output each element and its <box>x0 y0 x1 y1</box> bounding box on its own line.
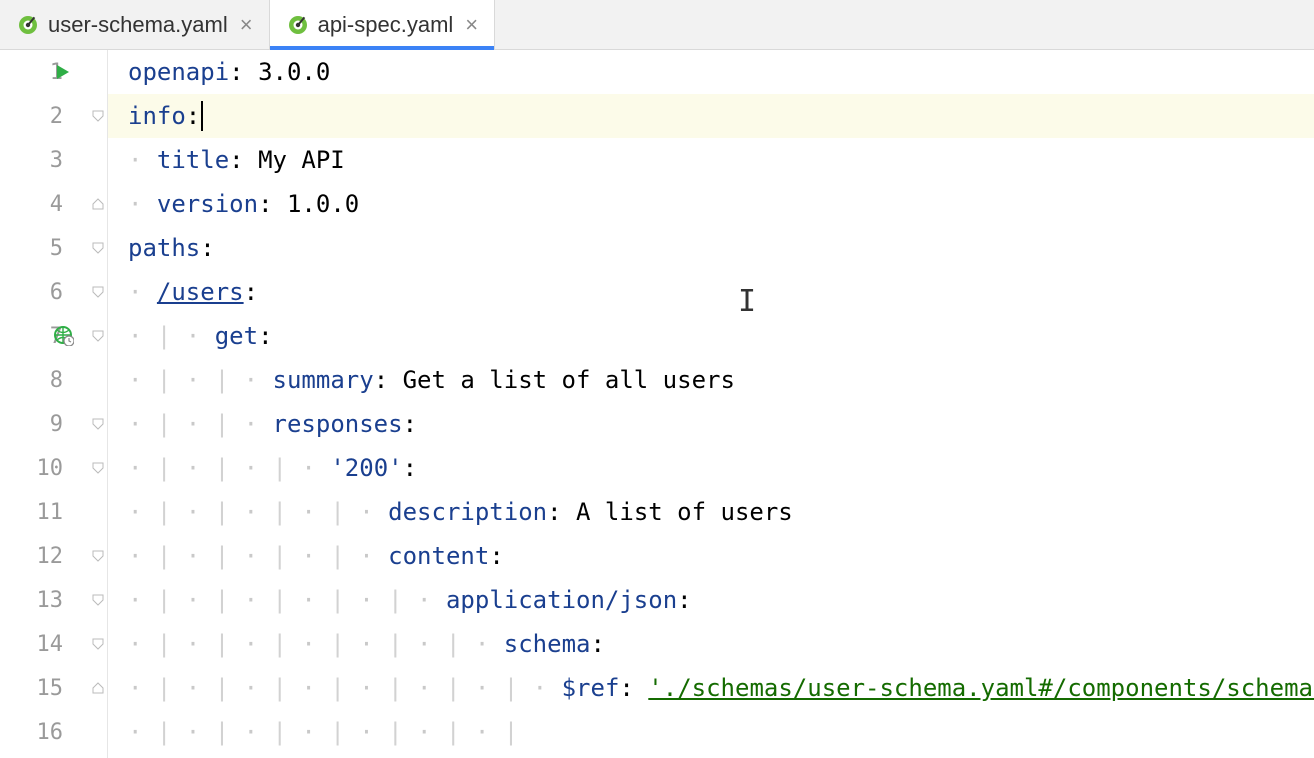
line-number-text: 16 <box>37 720 64 745</box>
code-line[interactable]: · | · | · | · | · content: <box>108 534 1314 578</box>
globe-icon[interactable] <box>54 326 74 346</box>
fold-end-marker[interactable] <box>89 182 107 226</box>
line-number-text: 5 <box>50 236 63 261</box>
line-number-text: 12 <box>37 544 64 569</box>
text-caret <box>201 101 203 131</box>
line-number-text: 10 <box>37 456 64 481</box>
fold-marker[interactable] <box>89 94 107 138</box>
yaml-key: info <box>128 102 186 130</box>
fold-marker[interactable] <box>89 314 107 358</box>
code-line[interactable]: · | · | · | · | · | · application/json: <box>108 578 1314 622</box>
close-icon[interactable]: × <box>463 14 480 36</box>
yaml-key: $ref <box>562 674 620 702</box>
yaml-key: content <box>388 542 489 570</box>
code-line[interactable]: · | · | · responses: <box>108 402 1314 446</box>
fold-marker[interactable] <box>89 622 107 666</box>
tab-api-spec[interactable]: api-spec.yaml × <box>270 0 496 49</box>
yaml-value: 3.0.0 <box>258 58 330 86</box>
fold-marker[interactable] <box>89 270 107 314</box>
yaml-key: schema <box>504 630 591 658</box>
line-number-text: 4 <box>50 192 63 217</box>
line-number-text: 2 <box>50 104 63 129</box>
yaml-value: My API <box>258 146 345 174</box>
yaml-value: Get a list of all users <box>403 366 735 394</box>
code-line[interactable]: · version: 1.0.0 <box>108 182 1314 226</box>
fold-marker[interactable] <box>89 402 107 446</box>
code-line[interactable]: · | · | · | · | · | · | · schema: <box>108 622 1314 666</box>
code-line[interactable]: · | · | · | · | · | · | · | · $ref: './s… <box>108 666 1314 710</box>
run-icon[interactable] <box>54 63 72 81</box>
code-editor: 1 2 3 4 5 6 7 8 9 10 11 12 13 14 <box>0 50 1314 758</box>
code-line[interactable]: · | · | · | · '200': <box>108 446 1314 490</box>
line-number-text: 9 <box>50 412 63 437</box>
yaml-key: title <box>157 146 229 174</box>
line-number-text: 15 <box>37 676 64 701</box>
yaml-file-icon <box>288 15 308 35</box>
editor-tabs: user-schema.yaml × api-spec.yaml × <box>0 0 1314 50</box>
yaml-key: /users <box>157 278 244 306</box>
yaml-key: summary <box>273 366 374 394</box>
yaml-key: '200' <box>330 454 402 482</box>
yaml-key: description <box>388 498 547 526</box>
yaml-ref-value[interactable]: './schemas/user-schema.yaml#/components/… <box>648 674 1314 702</box>
fold-marker[interactable] <box>89 446 107 490</box>
yaml-key: paths <box>128 234 200 262</box>
line-number-text: 6 <box>50 280 63 305</box>
code-line[interactable]: · | · | · | · | · description: A list of… <box>108 490 1314 534</box>
code-line[interactable]: · title: My API <box>108 138 1314 182</box>
fold-marker[interactable] <box>89 226 107 270</box>
tab-label: user-schema.yaml <box>48 12 228 38</box>
line-number-text: 11 <box>37 500 64 525</box>
code-line[interactable]: paths: <box>108 226 1314 270</box>
code-line[interactable]: openapi: 3.0.0 <box>108 50 1314 94</box>
yaml-key: get <box>215 322 258 350</box>
code-body[interactable]: openapi: 3.0.0 info: · title: My API · v… <box>108 50 1314 758</box>
yaml-value: 1.0.0 <box>287 190 359 218</box>
code-line[interactable]: · | · get: <box>108 314 1314 358</box>
line-number-text: 13 <box>37 588 64 613</box>
fold-marker[interactable] <box>89 578 107 622</box>
line-number-text: 3 <box>50 148 63 173</box>
fold-marker[interactable] <box>89 534 107 578</box>
yaml-key: application/json <box>446 586 677 614</box>
yaml-value: A list of users <box>576 498 793 526</box>
fold-end-marker[interactable] <box>89 666 107 710</box>
yaml-key: version <box>157 190 258 218</box>
close-icon[interactable]: × <box>238 14 255 36</box>
line-number-text: 8 <box>50 368 63 393</box>
tab-label: api-spec.yaml <box>318 12 454 38</box>
yaml-key: responses <box>273 410 403 438</box>
code-line[interactable]: · | · | · summary: Get a list of all use… <box>108 358 1314 402</box>
code-line[interactable]: · | · | · | · | · | · | · | <box>108 710 1314 754</box>
code-line[interactable]: · /users: <box>108 270 1314 314</box>
tab-user-schema[interactable]: user-schema.yaml × <box>0 0 270 49</box>
line-number-text: 14 <box>37 632 64 657</box>
fold-column <box>89 50 107 758</box>
gutter: 1 2 3 4 5 6 7 8 9 10 11 12 13 14 <box>0 50 108 758</box>
yaml-key: openapi <box>128 58 229 86</box>
code-line[interactable]: info: <box>108 94 1314 138</box>
yaml-file-icon <box>18 15 38 35</box>
